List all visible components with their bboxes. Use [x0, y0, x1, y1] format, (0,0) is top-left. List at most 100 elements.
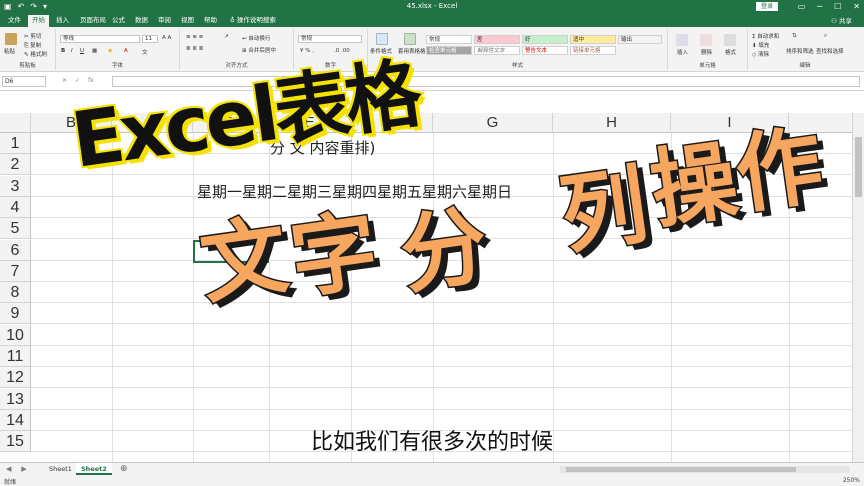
sheet-nav: ◀ ▶ [6, 465, 27, 473]
copy-button[interactable]: ⎘ 复制 [24, 41, 41, 50]
font-size-select[interactable]: 11 [142, 35, 158, 43]
style-check-cell[interactable]: 检查单元格 [426, 46, 472, 55]
format-painter-button[interactable]: ✎ 格式刷 [24, 50, 47, 58]
maximize-icon[interactable]: ☐ [834, 2, 841, 11]
row-header[interactable]: 1 [0, 133, 31, 154]
paste-icon[interactable] [5, 33, 17, 45]
fill-button[interactable]: ⬇ 填充 [752, 41, 769, 49]
column-gridline [553, 133, 554, 462]
cut-button[interactable]: ✂ 剪切 [24, 32, 41, 40]
sort-icon: ⇅ [792, 33, 797, 39]
row-header[interactable]: 5 [0, 218, 31, 239]
title-bar: ▣ ↶ ↷ ▾ 45.xlsx - Excel 登录 ▭ ─ ☐ ✕ [0, 0, 864, 13]
find-select-button[interactable]: 查找和选择 [816, 47, 844, 55]
style-good[interactable]: 好 [522, 35, 568, 44]
row-header[interactable]: 6 [0, 240, 31, 261]
vertical-scroll-thumb[interactable] [855, 137, 862, 197]
row-header[interactable]: 10 [0, 325, 31, 346]
style-normal[interactable]: 常规 [426, 35, 472, 44]
style-bad[interactable]: 差 [474, 35, 520, 44]
tab-file[interactable]: 文件 [4, 15, 25, 27]
sheet-tab-sheet2[interactable]: Sheet2 [76, 463, 112, 475]
tab-formulas[interactable]: 公式 [108, 15, 129, 27]
style-neutral[interactable]: 适中 [570, 35, 616, 44]
style-warning[interactable]: 警告文本 [522, 46, 568, 55]
horizontal-scroll-thumb[interactable] [566, 467, 796, 472]
style-explanatory[interactable]: 解释性文本 [474, 46, 520, 55]
tell-me-search[interactable]: ♁ 操作说明搜索 [226, 15, 280, 27]
zoom-level[interactable]: 250% [843, 477, 860, 484]
name-box[interactable]: D6 [2, 76, 46, 87]
wrap-label: 自动换行 [248, 36, 271, 42]
paste-button[interactable]: 粘贴 [4, 47, 15, 55]
sheet-tab-bar: ◀ ▶ Sheet1 Sheet2 ⊕ [0, 462, 864, 475]
clear-button[interactable]: ◇ 清除 [752, 50, 769, 58]
align-top-icon[interactable]: ≡ ≡ ≡ [186, 34, 203, 40]
tab-data[interactable]: 数据 [131, 15, 152, 27]
insert-cells-icon[interactable] [676, 34, 688, 46]
row-header[interactable]: 4 [0, 197, 31, 218]
minimize-icon[interactable]: ─ [817, 2, 822, 11]
style-linked[interactable]: 链接单元格 [570, 46, 616, 55]
tab-insert[interactable]: 插入 [52, 15, 73, 27]
italic-icon[interactable]: I [71, 48, 73, 54]
row-header[interactable]: 9 [0, 303, 31, 324]
row-header[interactable]: 11 [0, 346, 31, 367]
add-sheet-icon[interactable]: ⊕ [120, 463, 128, 475]
close-icon[interactable]: ✕ [853, 2, 860, 11]
bold-icon[interactable]: B [61, 48, 65, 54]
delete-cells-button[interactable]: 删除 [701, 48, 712, 56]
autosum-label: 自动求和 [757, 34, 780, 40]
tab-review[interactable]: 审阅 [154, 15, 175, 27]
fill-color-icon[interactable]: ◈ [108, 48, 112, 54]
sheet-tab-sheet1[interactable]: Sheet1 [44, 463, 77, 475]
video-subtitle: 比如我们有很多次的时候 [310, 430, 553, 455]
font-color-icon[interactable]: A [124, 48, 128, 54]
person-icon: ⚇ [831, 17, 839, 25]
autosum-button[interactable]: Σ 自动求和 [752, 32, 779, 40]
ribbon-display-icon[interactable]: ▭ [798, 2, 806, 11]
share-button[interactable]: ⚇ 共享 [831, 15, 852, 25]
sort-filter-button[interactable]: 排序和筛选 [786, 47, 814, 55]
select-all-corner[interactable] [0, 113, 31, 133]
find-icon: ⌕ [824, 33, 828, 39]
tab-page-layout[interactable]: 页面布局 [76, 15, 110, 27]
next-sheet-icon[interactable]: ▶ [21, 465, 26, 473]
prev-sheet-icon[interactable]: ◀ [6, 465, 11, 473]
wrap-text-button[interactable]: ↩ 自动换行 [242, 34, 270, 42]
tab-view[interactable]: 视图 [177, 15, 198, 27]
vertical-scrollbar[interactable] [852, 113, 864, 462]
lightbulb-icon: ♁ [230, 16, 237, 24]
login-button[interactable]: 登录 [756, 2, 778, 11]
underline-icon[interactable]: U [80, 48, 84, 54]
tab-home[interactable]: 开始 [28, 15, 49, 27]
align-left-icon[interactable]: ≣ ≣ ≣ [186, 46, 203, 52]
format-painter-label: 格式刷 [30, 52, 47, 58]
clipboard-group-label: 剪贴板 [19, 63, 36, 69]
row-header[interactable]: 3 [0, 176, 31, 197]
fill-label: 填充 [758, 43, 770, 49]
horizontal-scrollbar[interactable] [560, 466, 850, 473]
row-header[interactable]: 12 [0, 367, 31, 388]
overlay-char-6: 作 [728, 114, 830, 228]
grow-font-icon[interactable]: A A [162, 35, 171, 41]
orientation-icon[interactable]: ↗ [224, 34, 229, 40]
copy-label: 复制 [30, 43, 42, 49]
row-header[interactable]: 7 [0, 261, 31, 282]
format-cells-icon[interactable] [724, 34, 736, 46]
format-cells-button[interactable]: 格式 [725, 48, 736, 56]
row-header[interactable]: 13 [0, 389, 31, 410]
insert-cells-button[interactable]: 插入 [677, 48, 688, 56]
delete-cells-icon[interactable] [700, 34, 712, 46]
style-output[interactable]: 输出 [618, 35, 662, 44]
phonetic-icon[interactable]: 文 [142, 48, 148, 56]
row-header[interactable]: 2 [0, 154, 31, 175]
clipboard-group: 粘贴 ✂ 剪切 ⎘ 复制 ✎ 格式刷 剪贴板 [0, 29, 56, 70]
column-header-g[interactable]: G [433, 113, 553, 133]
font-name-select[interactable]: 等线 [60, 35, 140, 43]
tab-help[interactable]: 帮助 [200, 15, 221, 27]
row-header[interactable]: 8 [0, 282, 31, 303]
ribbon-tabs: 文件 开始 插入 页面布局 公式 数据 审阅 视图 帮助 ♁ 操作说明搜索 ⚇ … [0, 13, 864, 27]
editing-group-label: 编辑 [799, 63, 811, 69]
border-icon[interactable]: ▦ [92, 48, 97, 54]
